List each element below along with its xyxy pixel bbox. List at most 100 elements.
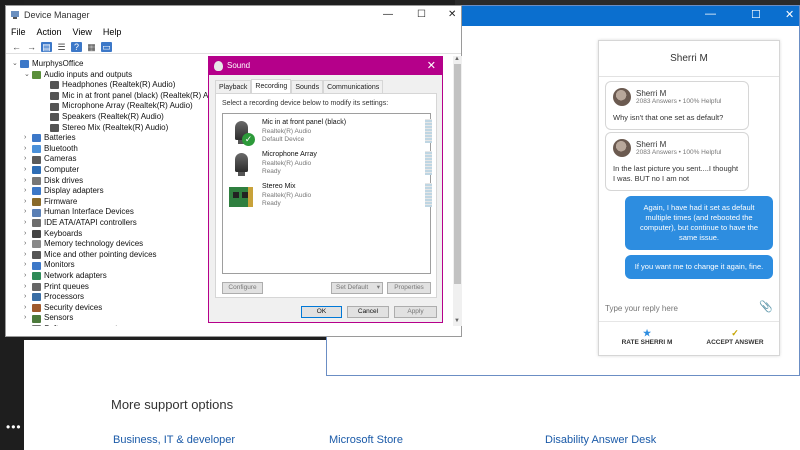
device-icon — [32, 240, 41, 249]
expand-toggle-icon[interactable]: › — [24, 176, 32, 187]
monitor-icon[interactable]: ▭ — [101, 41, 112, 52]
expand-toggle-icon[interactable]: › — [24, 144, 32, 155]
device-audio-endpoint[interactable]: Headphones (Realtek(R) Audio) — [42, 80, 175, 91]
tree-label: Network adapters — [44, 271, 107, 280]
category-ide-ata-atapi-controllers[interactable]: › IDE ATA/ATAPI controllers — [24, 218, 137, 229]
properties-icon[interactable]: ▤ — [41, 41, 52, 52]
scroll-down-icon[interactable]: ▼ — [454, 318, 460, 324]
back-icon[interactable]: ← — [11, 42, 22, 52]
expand-toggle-icon[interactable]: › — [24, 197, 32, 208]
minimize-icon[interactable]: — — [383, 6, 393, 24]
configure-button[interactable]: Configure — [222, 282, 263, 294]
category-print-queues[interactable]: › Print queues — [24, 282, 89, 293]
recording-device-stereo-mix[interactable]: Stereo Mix Realtek(R) Audio Ready — [229, 181, 432, 211]
grid-icon[interactable]: ▦ — [86, 42, 97, 52]
link-microsoft-store[interactable]: Microsoft Store — [329, 434, 403, 446]
expand-toggle-icon[interactable]: › — [24, 282, 32, 293]
category-firmware[interactable]: › Firmware — [24, 197, 77, 208]
category-audio-inputs-outputs[interactable]: ⌄ Audio inputs and outputs — [24, 70, 132, 81]
maximize-icon[interactable]: ☐ — [417, 6, 426, 24]
rate-agent-button[interactable]: ★ RATE SHERRI M — [607, 328, 687, 346]
tab-playback[interactable]: Playback — [215, 80, 252, 93]
scroll-thumb[interactable] — [454, 64, 461, 284]
apply-button[interactable]: Apply — [394, 306, 437, 318]
expand-toggle-icon[interactable]: › — [24, 229, 32, 240]
minimize-icon[interactable]: — — [705, 8, 716, 20]
category-bluetooth[interactable]: › Bluetooth — [24, 144, 78, 155]
expand-toggle-icon[interactable]: › — [24, 133, 32, 144]
menu-view[interactable]: View — [73, 24, 92, 40]
expand-toggle-icon[interactable]: › — [24, 218, 32, 229]
expand-toggle-icon[interactable]: › — [24, 207, 32, 218]
expand-toggle-icon[interactable]: › — [24, 271, 32, 282]
close-icon[interactable]: ✕ — [448, 6, 456, 24]
properties-button[interactable]: Properties — [387, 282, 431, 294]
category-batteries[interactable]: › Batteries — [24, 133, 76, 144]
tab-communications[interactable]: Communications — [323, 80, 384, 93]
category-keyboards[interactable]: › Keyboards — [24, 229, 82, 240]
category-sensors[interactable]: › Sensors — [24, 313, 73, 324]
category-mice-and-other-pointing-devices[interactable]: › Mice and other pointing devices — [24, 250, 157, 261]
tree-label: Sensors — [44, 313, 74, 323]
expand-toggle-icon[interactable]: › — [24, 303, 32, 314]
category-computer[interactable]: › Computer — [24, 165, 79, 176]
category-disk-drives[interactable]: › Disk drives — [24, 176, 83, 187]
expand-toggle-icon[interactable]: › — [24, 186, 32, 197]
link-business-it[interactable]: Business, IT & developer — [113, 434, 235, 446]
category-software-components[interactable]: › Software components — [24, 324, 121, 326]
forward-icon[interactable]: → — [26, 42, 37, 52]
tab-recording[interactable]: Recording — [251, 79, 292, 93]
category-memory-technology-devices[interactable]: › Memory technology devices — [24, 239, 143, 250]
attach-icon[interactable]: 📎 — [759, 300, 773, 313]
list-icon[interactable]: ☰ — [56, 42, 67, 52]
maximize-icon[interactable]: ☐ — [751, 8, 761, 21]
device-audio-endpoint[interactable]: Microphone Array (Realtek(R) Audio) — [42, 101, 193, 112]
help-icon[interactable]: ? — [71, 41, 82, 52]
expand-toggle-icon[interactable]: › — [24, 260, 32, 271]
expand-toggle-icon[interactable]: › — [24, 239, 32, 250]
device-audio-endpoint[interactable]: Speakers (Realtek(R) Audio) — [42, 112, 164, 123]
expand-toggle-icon[interactable]: › — [24, 154, 32, 165]
category-processors[interactable]: › Processors — [24, 292, 84, 303]
tab-sounds[interactable]: Sounds — [291, 80, 324, 93]
taskbar-more-icon[interactable]: ••• — [6, 420, 22, 434]
category-monitors[interactable]: › Monitors — [24, 260, 75, 271]
computer-node[interactable]: ⌄ MurphysOffice — [12, 59, 83, 70]
reply-input[interactable] — [605, 301, 757, 315]
link-disability-answer-desk[interactable]: Disability Answer Desk — [545, 434, 656, 446]
chevron-down-icon[interactable]: ▾ — [377, 283, 380, 293]
expand-toggle-icon[interactable]: ⌄ — [12, 59, 20, 70]
close-icon[interactable]: ✕ — [785, 8, 794, 21]
tree-label: Keyboards — [44, 228, 83, 238]
expand-toggle-icon[interactable]: › — [24, 165, 32, 176]
category-network-adapters[interactable]: › Network adapters — [24, 271, 107, 282]
scroll-up-icon[interactable]: ▲ — [454, 56, 460, 62]
microphone-icon: ✓ — [229, 119, 255, 146]
device-icon — [20, 60, 29, 69]
recording-device-mic-front[interactable]: ✓ Mic in at front panel (black) Realtek(… — [229, 117, 432, 147]
expand-toggle-icon[interactable]: › — [24, 250, 32, 261]
device-audio-endpoint[interactable]: Stereo Mix (Realtek(R) Audio) — [42, 123, 168, 134]
close-icon[interactable]: ✕ — [427, 57, 436, 75]
recording-device-mic-array[interactable]: Microphone Array Realtek(R) Audio Ready — [229, 149, 432, 179]
tree-label: Display adapters — [44, 186, 104, 196]
expand-toggle-icon[interactable]: ⌄ — [24, 70, 32, 81]
device-icon — [50, 113, 59, 122]
expand-toggle-icon[interactable]: › — [24, 324, 32, 326]
category-human-interface-devices[interactable]: › Human Interface Devices — [24, 207, 134, 218]
expand-toggle-icon[interactable]: › — [24, 313, 32, 324]
cancel-button[interactable]: Cancel — [347, 306, 389, 318]
device-audio-endpoint[interactable]: Mic in at front panel (black) (Realtek(R… — [42, 91, 226, 102]
device-icon — [32, 304, 41, 313]
category-security-devices[interactable]: › Security devices — [24, 303, 102, 314]
set-default-button[interactable]: Set Default ▾ — [331, 282, 383, 294]
category-cameras[interactable]: › Cameras — [24, 154, 76, 165]
expand-toggle-icon[interactable]: › — [24, 292, 32, 303]
menu-help[interactable]: Help — [103, 24, 122, 40]
category-display-adapters[interactable]: › Display adapters — [24, 186, 104, 197]
menu-file[interactable]: File — [11, 24, 26, 40]
accept-answer-button[interactable]: ✓ ACCEPT ANSWER — [695, 328, 775, 346]
ok-button[interactable]: OK — [301, 306, 342, 318]
vertical-scrollbar[interactable]: ▲ ▼ — [453, 56, 462, 326]
menu-action[interactable]: Action — [37, 24, 62, 40]
